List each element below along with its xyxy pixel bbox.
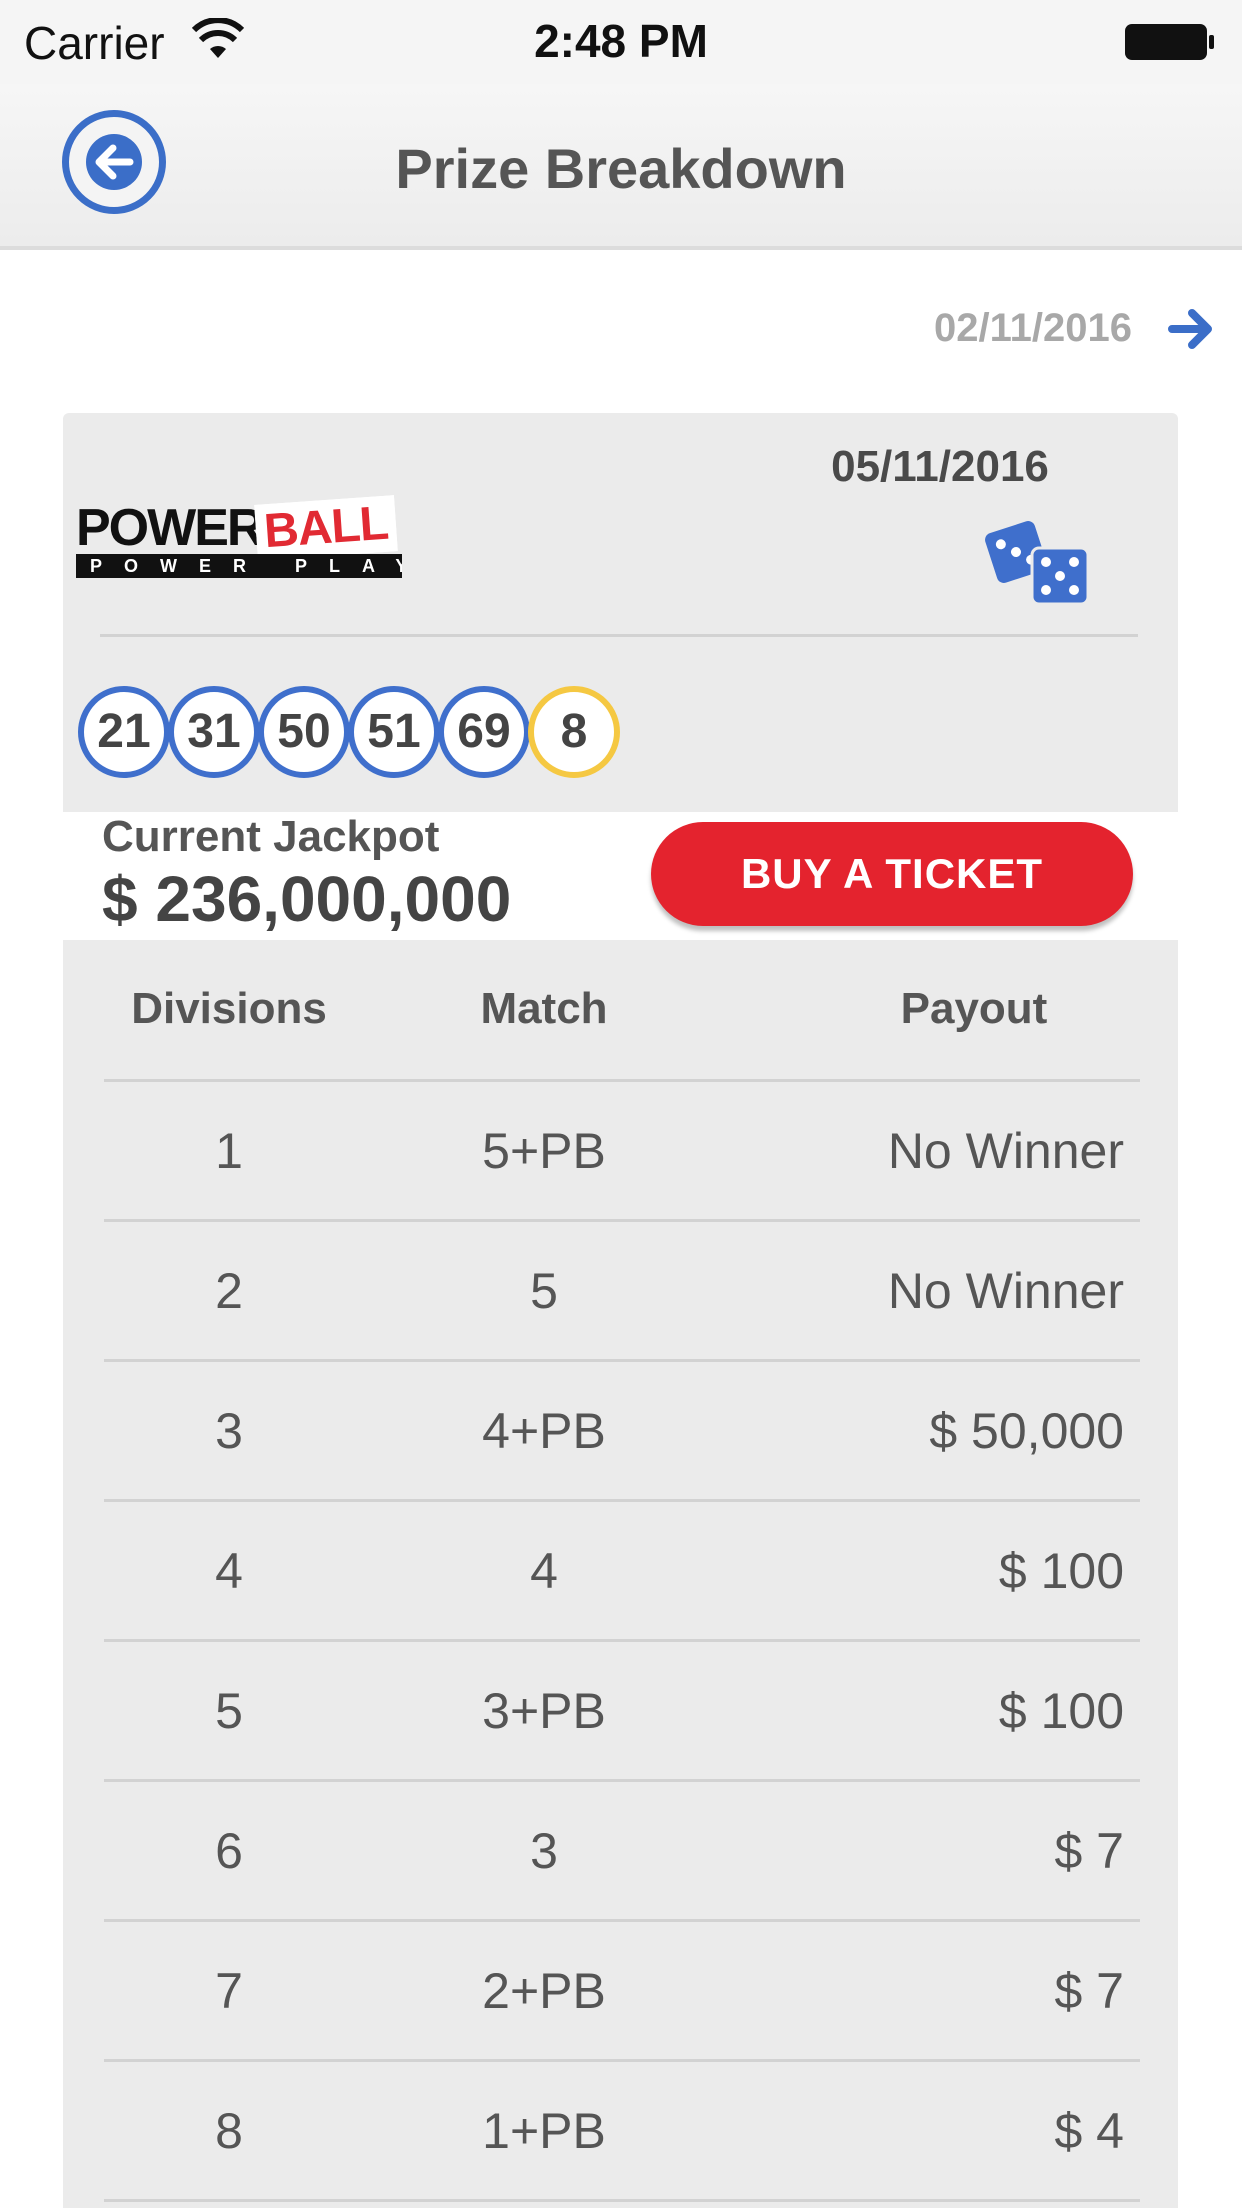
battery-icon — [1125, 24, 1214, 60]
division-cell: 2 — [215, 1263, 243, 1319]
match-cell: 4 — [530, 1543, 558, 1599]
logo-ball-text: BALL — [254, 495, 398, 561]
draw-date: 05/11/2016 — [831, 442, 1049, 491]
table-row: 3 4+PB $ 50,000 — [104, 1362, 1140, 1502]
table-row: 6 3 $ 7 — [104, 1782, 1140, 1922]
division-cell: 8 — [215, 2103, 243, 2159]
match-cell: 4+PB — [482, 1403, 606, 1459]
division-cell: 6 — [215, 1823, 243, 1879]
jackpot-label: Current Jackpot — [102, 812, 440, 861]
number-ball: 50 — [258, 686, 350, 778]
buy-ticket-button[interactable]: BUY A TICKET — [651, 822, 1133, 926]
dice-icon[interactable] — [980, 516, 1092, 608]
header-divisions: Divisions — [131, 984, 327, 1033]
payout-cell: $ 50,000 — [929, 1403, 1124, 1459]
table-row: 7 2+PB $ 7 — [104, 1922, 1140, 2062]
jackpot-amount: $ 236,000,000 — [102, 863, 512, 935]
arrow-right-icon[interactable] — [1168, 306, 1216, 352]
payout-cell: No Winner — [887, 1263, 1124, 1319]
powerball-logo: POWER BALL POWER PLAY — [76, 495, 404, 580]
table-row: 2 5 No Winner — [104, 1222, 1140, 1362]
navigation-bar: Prize Breakdown — [0, 84, 1242, 250]
table-row: 8 1+PB $ 4 — [104, 2062, 1140, 2202]
table-row: 4 4 $ 100 — [104, 1502, 1140, 1642]
payout-cell: No Winner — [887, 1123, 1124, 1179]
payout-cell: $ 7 — [1054, 1963, 1124, 2019]
prize-table: Divisions Match Payout 1 5+PB No Winner … — [104, 942, 1140, 2202]
next-draw-date[interactable]: 02/11/2016 — [870, 306, 1132, 351]
number-ball: 69 — [438, 686, 530, 778]
header-payout: Payout — [900, 984, 1048, 1033]
table-row: 5 3+PB $ 100 — [104, 1642, 1140, 1782]
payout-cell: $ 4 — [1054, 2103, 1124, 2159]
division-cell: 3 — [215, 1403, 243, 1459]
division-cell: 5 — [215, 1683, 243, 1739]
logo-power-text: POWER — [76, 499, 264, 557]
number-ball: 21 — [78, 686, 170, 778]
status-time: 2:48 PM — [534, 15, 708, 67]
match-cell: 3 — [530, 1823, 558, 1879]
match-cell: 5 — [530, 1263, 558, 1319]
match-cell: 3+PB — [482, 1683, 606, 1739]
table-row: 1 5+PB No Winner — [104, 1082, 1140, 1222]
status-bar: Carrier 2:48 PM — [0, 0, 1242, 84]
match-cell: 5+PB — [482, 1123, 606, 1179]
number-ball: 31 — [168, 686, 260, 778]
payout-cell: $ 100 — [998, 1683, 1124, 1739]
header-match: Match — [480, 984, 608, 1033]
match-cell: 2+PB — [482, 1963, 606, 2019]
card-divider — [100, 634, 1138, 637]
payout-cell: $ 7 — [1054, 1823, 1124, 1879]
match-cell: 1+PB — [482, 2103, 606, 2159]
division-cell: 4 — [215, 1543, 243, 1599]
page-title: Prize Breakdown — [395, 137, 847, 200]
payout-cell: $ 100 — [998, 1543, 1124, 1599]
table-header: Divisions Match Payout — [104, 942, 1140, 1082]
logo-sub-text: POWER PLAY — [76, 554, 402, 578]
number-ball: 51 — [348, 686, 440, 778]
division-cell: 7 — [215, 1963, 243, 2019]
division-cell: 1 — [215, 1123, 243, 1179]
powerball-number: 8 — [528, 686, 620, 778]
